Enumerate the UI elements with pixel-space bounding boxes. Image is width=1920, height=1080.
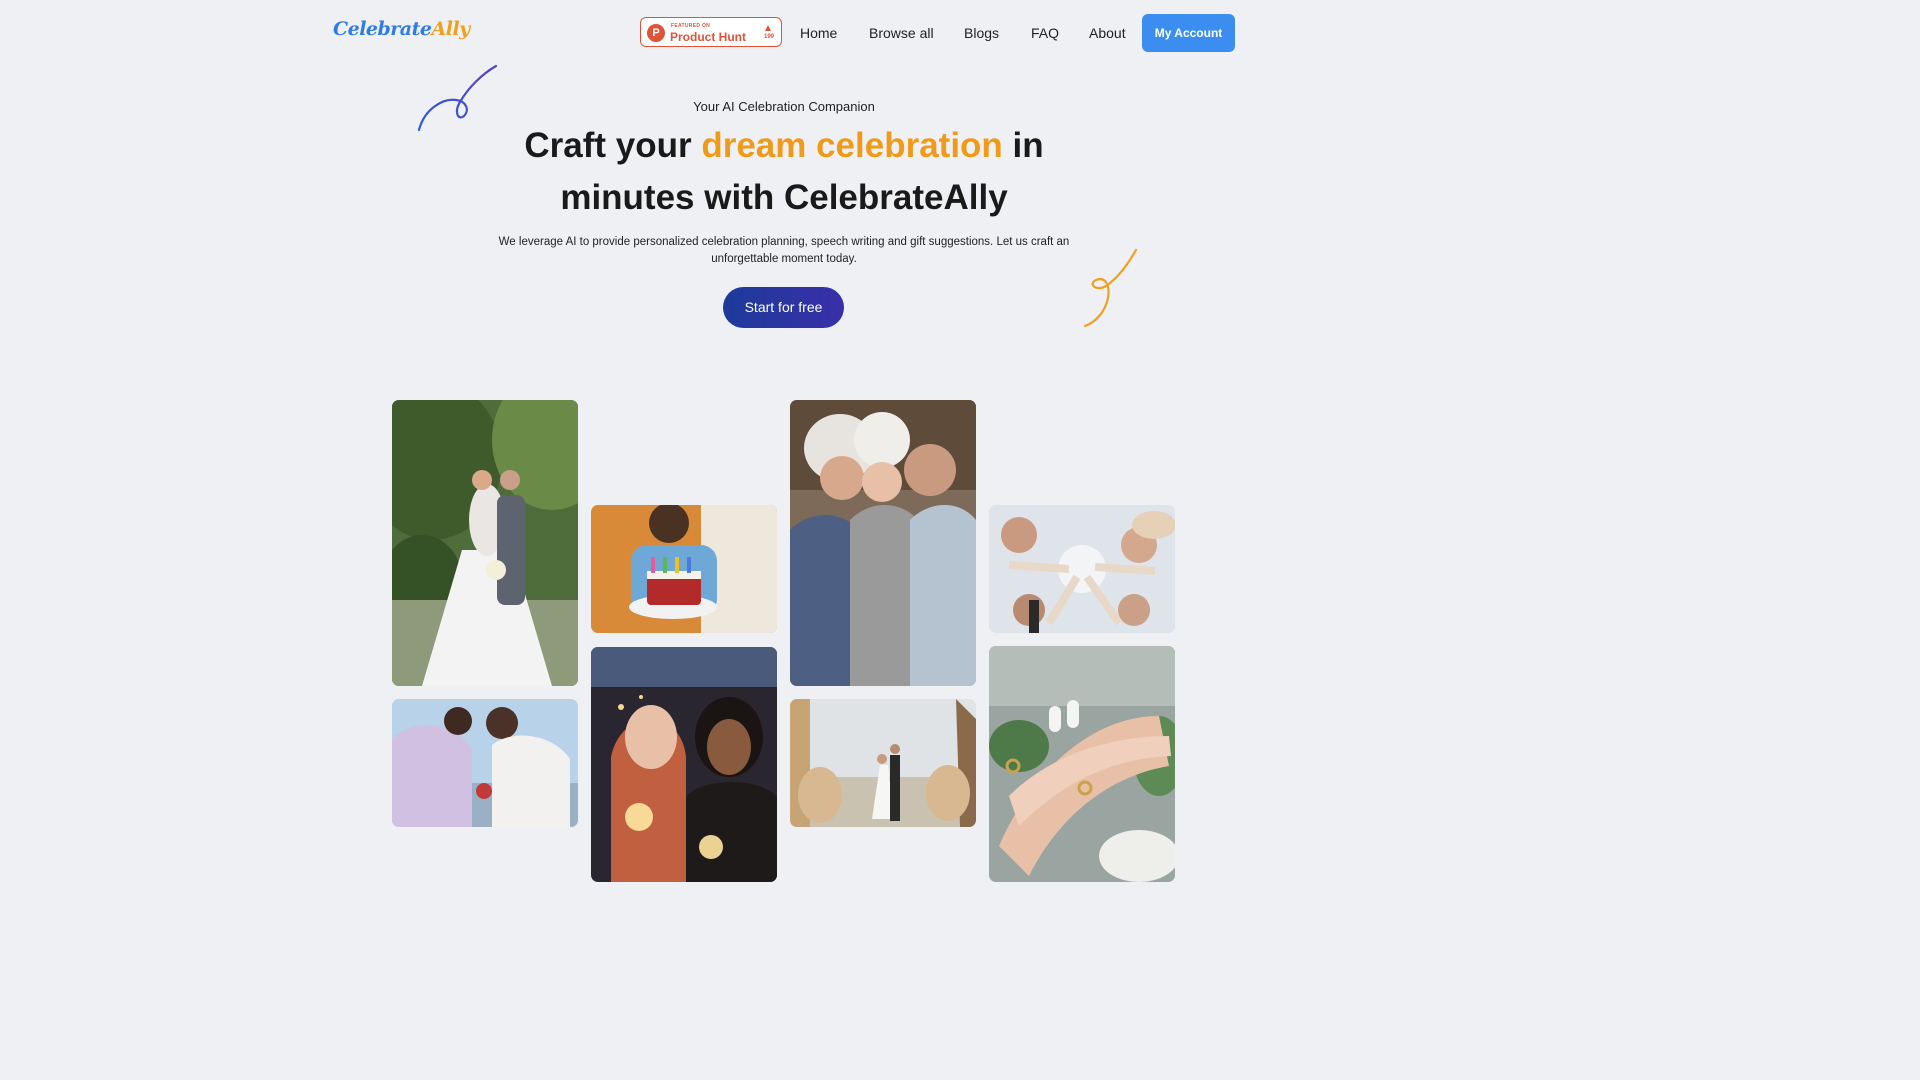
- orange-squiggle-decoration: [1083, 248, 1138, 328]
- headline-accent: dream celebration: [701, 126, 1003, 165]
- photo-friends-sparklers: [591, 647, 777, 882]
- logo-text-celebrate: Celebrate: [333, 18, 432, 40]
- hero-headline: Craft your dream celebration in minutes …: [0, 120, 1568, 224]
- photo-hands-rings: [989, 646, 1175, 882]
- photo-friends-toasting: [989, 505, 1175, 633]
- logo-text-ally: Ally: [431, 18, 471, 40]
- nav-blogs[interactable]: Blogs: [964, 24, 999, 42]
- product-hunt-icon: P: [647, 24, 665, 42]
- headline-text-2: in: [1002, 126, 1044, 165]
- photo-birthday-cake: [591, 505, 777, 633]
- nav-browse-all[interactable]: Browse all: [869, 24, 934, 42]
- headline-text-1: Craft your: [524, 126, 702, 165]
- nav-home[interactable]: Home: [800, 24, 837, 42]
- product-hunt-badge[interactable]: P FEATURED ON Product Hunt 199: [640, 17, 782, 47]
- photo-wedding-couple-garden: [392, 400, 578, 686]
- headline-line-1: Craft your dream celebration in: [0, 120, 1568, 172]
- my-account-button[interactable]: My Account: [1142, 14, 1235, 52]
- product-hunt-featured-label: FEATURED ON: [671, 23, 711, 29]
- nav-faq[interactable]: FAQ: [1031, 24, 1059, 42]
- upvote-count: 199: [763, 34, 774, 40]
- upvote-arrow-icon: [765, 25, 771, 31]
- hero-subtitle: Your AI Celebration Companion: [693, 99, 875, 114]
- photo-family-winter: [790, 400, 976, 686]
- photo-couple-kissing: [392, 699, 578, 827]
- product-hunt-name: Product Hunt: [670, 30, 746, 44]
- nav-about[interactable]: About: [1089, 24, 1126, 42]
- headline-line-2: minutes with CelebrateAlly: [560, 178, 1008, 217]
- logo[interactable]: CelebrateAlly: [333, 18, 470, 40]
- start-for-free-button[interactable]: Start for free: [723, 287, 844, 328]
- photo-wedding-seaside: [790, 699, 976, 827]
- hero-description: We leverage AI to provide personalized c…: [498, 236, 1070, 265]
